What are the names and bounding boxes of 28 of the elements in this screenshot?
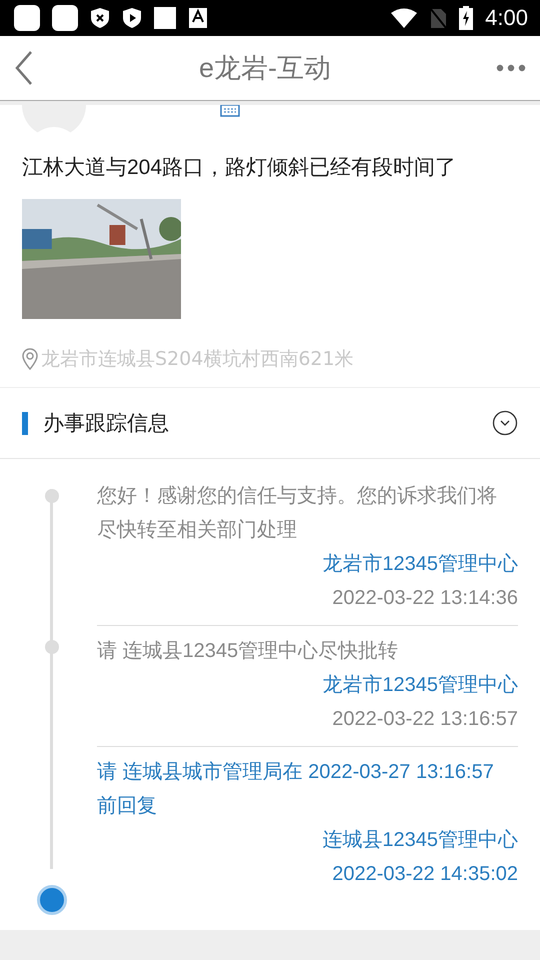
shield-icon — [90, 7, 110, 29]
font-icon — [188, 7, 208, 29]
timestamp: 2022-03-22 13:14:36 — [331, 586, 518, 611]
back-icon[interactable] — [14, 50, 34, 86]
location-icon — [22, 348, 38, 370]
battery-icon — [459, 6, 474, 30]
sender-text: 龙岩市12345管理中心 — [321, 552, 518, 577]
shield-icon — [122, 7, 142, 29]
no-sim-icon — [429, 7, 448, 29]
clock: 4:00 — [485, 5, 528, 31]
message-text: 请 连城县城市管理局在 2022-03-27 13:16:57前回复 — [97, 760, 495, 819]
sender-text: 连城县12345管理中心 — [321, 828, 518, 853]
post-text: 江林大道与204路口，路灯倾斜已经有段时间了 — [21, 155, 458, 181]
section-marker — [22, 412, 28, 434]
notification-icon — [52, 5, 78, 31]
expand-icon[interactable] — [492, 410, 518, 436]
message-text: 您好！感谢您的信任与支持。您的诉求我们将尽快转至相关部门处理 — [97, 484, 498, 543]
timestamp: 2022-03-22 13:16:57 — [331, 707, 518, 732]
wifi-icon — [391, 8, 418, 28]
message-text: 请 连城县12345管理中心尽快批转 — [97, 639, 400, 664]
section-title: 办事跟踪信息 — [43, 410, 170, 437]
page-title: e龙岩-互动 — [198, 52, 331, 85]
sender-text: 龙岩市12345管理中心 — [321, 673, 518, 698]
more-icon[interactable] — [496, 64, 526, 72]
calendar-icon — [220, 105, 240, 117]
notification-icon — [14, 5, 40, 31]
notification-icon — [154, 7, 176, 29]
timestamp: 2022-03-22 14:35:02 — [331, 862, 518, 887]
